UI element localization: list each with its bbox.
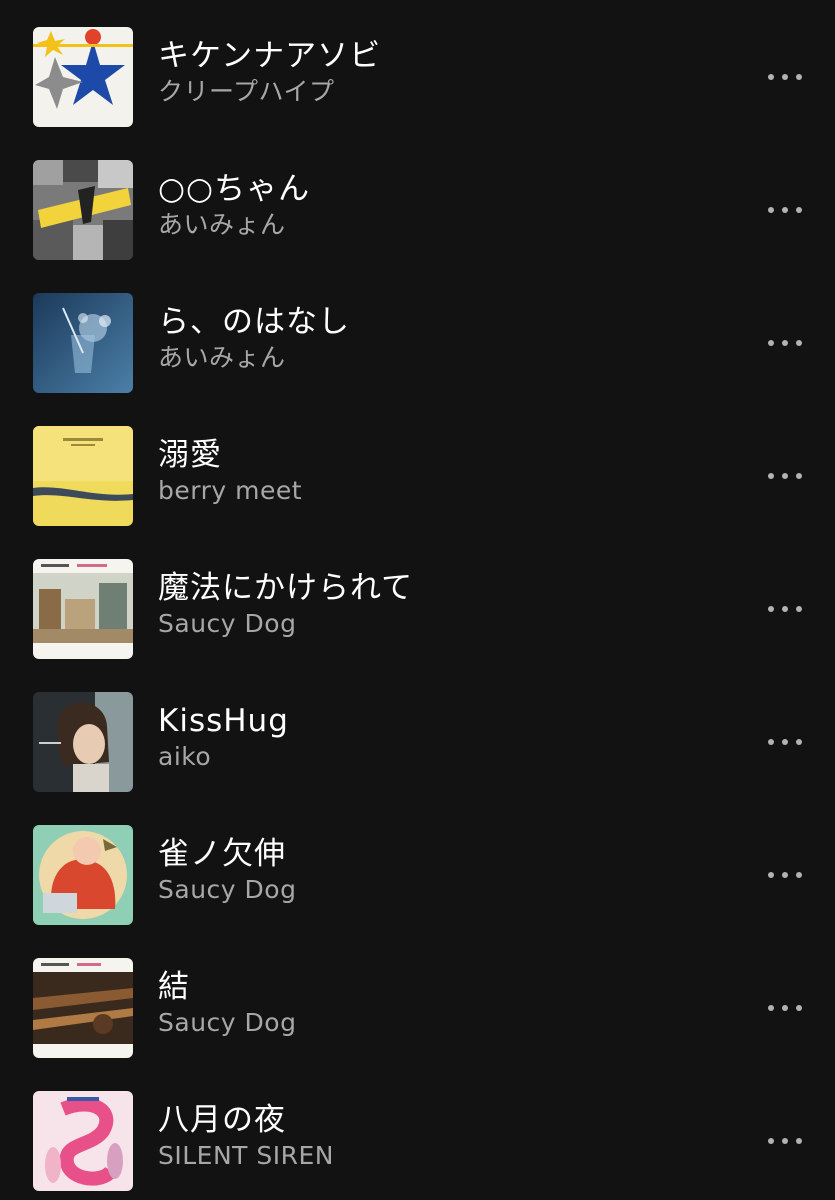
track-row[interactable]: 結 Saucy Dog [0,931,835,1064]
track-row[interactable]: 魔法にかけられて Saucy Dog [0,532,835,665]
track-artist: クリープハイプ [158,77,335,106]
track-row[interactable]: キケンナアソビ クリープハイプ [0,0,835,133]
room-interior-album-art [33,559,133,659]
portrait-album-art [33,692,133,792]
yellow-landscape-album-art [33,426,133,526]
track-title: 魔法にかけられて [158,570,414,606]
track-artist: Saucy Dog [158,875,297,904]
more-options-icon[interactable] [762,1126,808,1156]
more-options-icon[interactable] [762,993,808,1023]
track-artist: SILENT SIREN [158,1141,334,1170]
more-options-icon[interactable] [762,860,808,890]
glass-splash-album-art [33,293,133,393]
more-options-icon[interactable] [762,594,808,624]
track-artist: aiko [158,742,212,771]
illustrated-person-album-art [33,825,133,925]
track-title: 雀ノ欠伸 [158,836,286,872]
track-title: KissHug [158,703,289,739]
track-artist: Saucy Dog [158,1008,297,1037]
more-options-icon[interactable] [762,62,808,92]
track-row[interactable]: KissHug aiko [0,665,835,798]
track-title: 溺愛 [158,437,222,473]
track-title: ら、のはなし [158,304,350,340]
track-row[interactable]: ら、のはなし あいみょん [0,266,835,399]
more-options-icon[interactable] [762,195,808,225]
track-title: 結 [158,969,190,1005]
track-artist: あいみょん [158,343,286,372]
track-row[interactable]: 八月の夜 SILENT SIREN [0,1064,835,1197]
track-artist: Saucy Dog [158,609,297,638]
guitar-album-art [33,958,133,1058]
track-title: キケンナアソビ [158,38,382,74]
more-options-icon[interactable] [762,328,808,358]
track-row[interactable]: 溺愛 berry meet [0,399,835,532]
track-row[interactable]: 雀ノ欠伸 Saucy Dog [0,798,835,931]
track-artist: あいみょん [158,210,286,239]
band-pink-album-art [33,1091,133,1191]
star-album-art [33,27,133,127]
more-options-icon[interactable] [762,727,808,757]
track-title: 八月の夜 [158,1102,286,1138]
collage-album-art [33,160,133,260]
track-row[interactable]: ○○ちゃん あいみょん [0,133,835,266]
track-list: キケンナアソビ クリープハイプ ○○ちゃん あいみょん ら、のはなし あいみょん… [0,0,835,1200]
track-title: ○○ちゃん [158,171,311,207]
more-options-icon[interactable] [762,461,808,491]
track-artist: berry meet [158,476,303,505]
